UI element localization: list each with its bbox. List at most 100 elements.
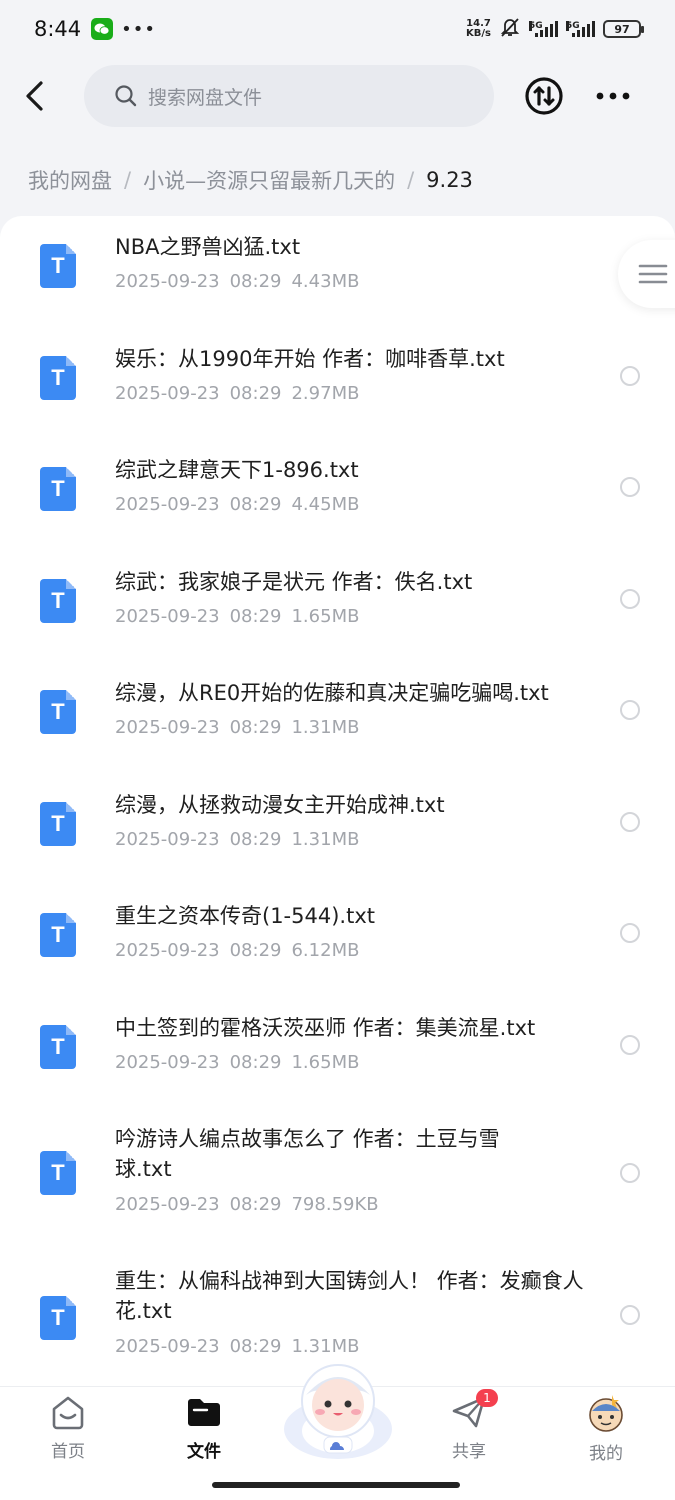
nav-share-label: 共享: [452, 1442, 486, 1462]
file-row[interactable]: T 综漫，从拯救动漫女主开始成神.txt 2025-09-23 08:29 1.31…: [0, 774, 675, 885]
file-icon-letter: T: [51, 1305, 65, 1330]
file-date: 2025-09-23: [115, 1052, 220, 1073]
status-time: 8:44: [34, 17, 82, 41]
file-name: 综武：我家娘子是状元 作者：佚名.txt: [115, 570, 473, 594]
file-icon-letter: T: [51, 365, 65, 390]
mute-bell-icon: [499, 16, 521, 42]
file-meta: 2025-09-23 08:29 1.65MB: [115, 1052, 369, 1073]
file-size: 1.31MB: [291, 717, 360, 738]
nav-mine[interactable]: 我的: [561, 1393, 651, 1464]
menu-lines-icon: [638, 264, 668, 284]
battery-icon: 97: [603, 20, 644, 38]
file-row[interactable]: T 综武之肆意天下1-896.txt 2025-09-23 08:29 4.45MB: [0, 439, 675, 551]
status-bar: 8:44 ••• 14.7 KB/s 5G 5G 97: [0, 0, 675, 58]
file-name: 综漫，从RE0开始的佐藤和真决定骗吃骗喝.txt: [115, 681, 549, 705]
signal-1-icon: 5G: [529, 21, 558, 37]
file-size: 1.65MB: [291, 606, 360, 627]
file-time: 08:29: [229, 1052, 282, 1073]
status-more-icon: •••: [121, 18, 157, 40]
signal-2-icon: 5G: [566, 21, 595, 37]
file-row[interactable]: T 综漫，从RE0开始的佐藤和真决定骗吃骗喝.txt 2025-09-23 08:…: [0, 662, 675, 774]
file-size: 1.65MB: [291, 1052, 360, 1073]
breadcrumb-separator: /: [407, 168, 415, 192]
mascot-assistant-button[interactable]: [280, 1355, 396, 1465]
file-name: 吟游诗人编点故事怎么了 作者：土豆与雪球.txt: [115, 1127, 500, 1181]
file-list: T NBA之野兽凶猛.txt 2025-09-23 08:29 4.43MB T 娱…: [0, 216, 675, 1386]
file-meta: 2025-09-23 08:29 1.31MB: [115, 717, 369, 738]
home-icon: [52, 1396, 84, 1430]
file-size: 1.31MB: [291, 829, 360, 850]
select-radio[interactable]: [620, 812, 640, 832]
txt-file-icon: T: [40, 913, 76, 957]
mascot-icon: [284, 1364, 392, 1459]
file-name: 中土签到的霍格沃茨巫师 作者：集美流星.txt: [115, 1016, 536, 1040]
file-size: 2.97MB: [291, 383, 360, 404]
breadcrumb-item-folder[interactable]: 小说—资源只留最新几天的: [143, 165, 395, 195]
txt-file-icon: T: [40, 1296, 76, 1340]
net-speed: 14.7 KB/s: [466, 19, 491, 39]
select-radio[interactable]: [620, 923, 640, 943]
file-name: 重生：从偏科战神到大国铸剑人！ 作者：发癫食人花.txt: [115, 1269, 584, 1323]
file-icon-letter: T: [51, 699, 65, 724]
file-icon-letter: T: [51, 476, 65, 501]
transfer-button[interactable]: [524, 76, 564, 116]
file-icon-letter: T: [51, 588, 65, 613]
file-name: 重生之资本传奇(1-544).txt: [115, 904, 375, 928]
file-row[interactable]: T 中土签到的霍格沃茨巫师 作者：集美流星.txt 2025-09-23 08:2…: [0, 997, 675, 1108]
file-icon-letter: T: [51, 811, 65, 836]
txt-file-icon: T: [40, 356, 76, 400]
file-date: 2025-09-23: [115, 1194, 220, 1215]
search-icon: [115, 85, 137, 107]
nav-files[interactable]: 文件: [159, 1393, 249, 1462]
nav-home[interactable]: 首页: [23, 1393, 113, 1462]
signal-2-label: 5G: [566, 21, 580, 31]
more-button[interactable]: [592, 76, 634, 116]
file-date: 2025-09-23: [115, 606, 220, 627]
header: 搜索网盘文件: [0, 60, 675, 132]
file-date: 2025-09-23: [115, 383, 220, 404]
file-row[interactable]: T 综武：我家娘子是状元 作者：佚名.txt 2025-09-23 08:29 1.…: [0, 551, 675, 662]
file-row[interactable]: T 重生之资本传奇(1-544).txt 2025-09-23 08:29 6.12…: [0, 885, 675, 997]
file-icon-letter: T: [51, 253, 65, 278]
select-radio[interactable]: [620, 477, 640, 497]
file-time: 08:29: [229, 383, 282, 404]
breadcrumb-item-root[interactable]: 我的网盘: [28, 165, 112, 195]
file-time: 08:29: [229, 717, 282, 738]
back-button[interactable]: [0, 60, 70, 132]
select-radio[interactable]: [620, 366, 640, 386]
file-row[interactable]: T NBA之野兽凶猛.txt 2025-09-23 08:29 4.43MB: [0, 216, 675, 328]
file-meta: 2025-09-23 08:29 2.97MB: [115, 383, 369, 404]
file-row[interactable]: T 娱乐：从1990年开始 作者：咖啡香草.txt 2025-09-23 08:2…: [0, 328, 675, 439]
select-radio[interactable]: [620, 1035, 640, 1055]
transfer-icon: [525, 77, 563, 115]
select-radio[interactable]: [620, 1305, 640, 1325]
txt-file-icon: T: [40, 690, 76, 734]
txt-file-icon: T: [40, 1151, 76, 1195]
file-date: 2025-09-23: [115, 940, 220, 961]
folder-icon: [188, 1399, 220, 1426]
home-indicator: [212, 1482, 460, 1488]
file-size: 1.31MB: [291, 1336, 360, 1357]
signal-1-label: 5G: [529, 21, 543, 31]
nav-share[interactable]: 1 共享: [424, 1389, 514, 1462]
file-date: 2025-09-23: [115, 271, 220, 292]
file-name: 综武之肆意天下1-896.txt: [115, 458, 359, 482]
file-time: 08:29: [229, 1194, 282, 1215]
net-speed-unit: KB/s: [466, 28, 491, 39]
file-name: 综漫，从拯救动漫女主开始成神.txt: [115, 793, 445, 817]
select-radio[interactable]: [620, 700, 640, 720]
file-time: 08:29: [229, 271, 282, 292]
file-name: 娱乐：从1990年开始 作者：咖啡香草.txt: [115, 347, 505, 371]
file-time: 08:29: [229, 606, 282, 627]
search-input[interactable]: 搜索网盘文件: [84, 65, 494, 127]
file-date: 2025-09-23: [115, 717, 220, 738]
file-meta: 2025-09-23 08:29 1.31MB: [115, 1336, 369, 1357]
file-date: 2025-09-23: [115, 829, 220, 850]
status-right: 14.7 KB/s 5G 5G 97: [466, 16, 644, 42]
select-radio[interactable]: [620, 1163, 640, 1183]
more-dots-icon: [596, 92, 630, 100]
select-radio[interactable]: [620, 589, 640, 609]
file-row[interactable]: T 吟游诗人编点故事怎么了 作者：土豆与雪球.txt 2025-09-23 08:…: [0, 1108, 675, 1250]
txt-file-icon: T: [40, 802, 76, 846]
file-meta: 2025-09-23 08:29 6.12MB: [115, 940, 369, 961]
